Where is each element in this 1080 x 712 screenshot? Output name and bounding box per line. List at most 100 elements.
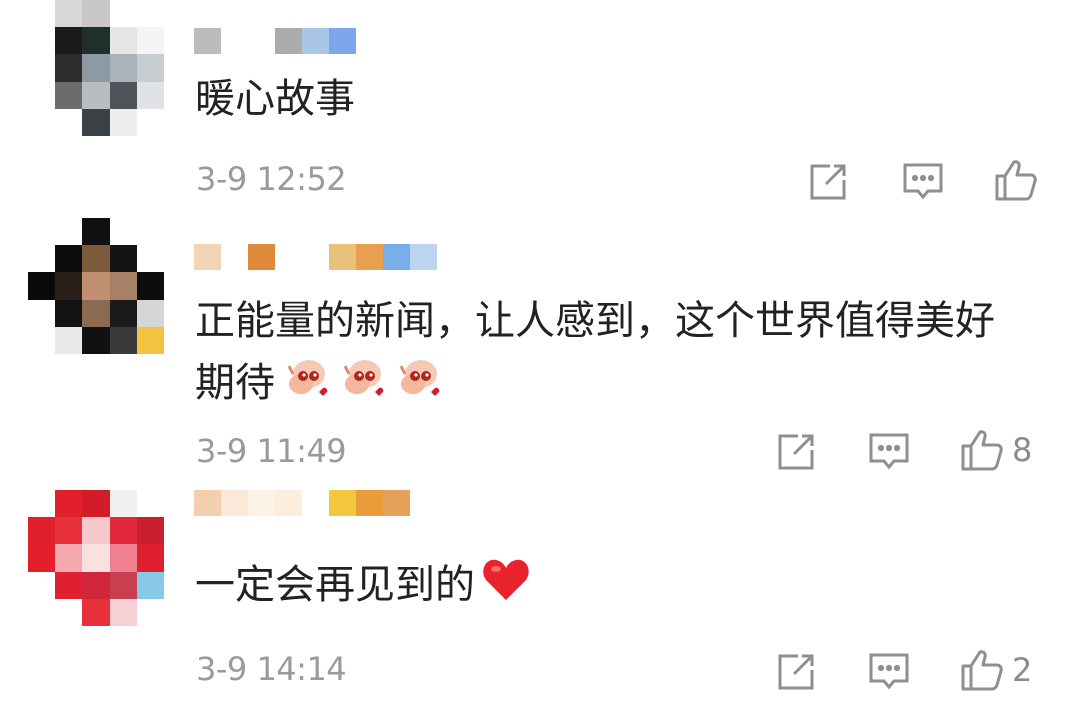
thumbs-up-icon <box>995 160 1037 201</box>
avatar-mosaic-cell <box>55 108 83 136</box>
comment-timestamp: 3-9 12:52 <box>196 160 347 198</box>
comment-text-line2: 期待 <box>195 352 443 418</box>
avatar-mosaic-cell <box>82 517 110 545</box>
avatar-mosaic-cell <box>55 0 83 28</box>
username-mosaic-cell <box>383 490 410 516</box>
hand-heart-eyes-sticker-icon <box>337 352 387 418</box>
avatar-mosaic-cell <box>28 544 56 572</box>
avatar-mosaic-cell <box>55 218 83 246</box>
comment-timestamp: 3-9 11:49 <box>196 432 347 470</box>
avatar-mosaic-cell <box>109 326 137 354</box>
avatar-mosaic-cell <box>82 326 110 354</box>
username-mosaic-cell <box>221 244 248 270</box>
avatar-mosaic-cell <box>55 490 83 518</box>
comment-timestamp: 3-9 14:14 <box>196 650 347 688</box>
avatar-mosaic-cell <box>55 544 83 572</box>
thumbs-up-icon <box>961 650 1003 691</box>
like-button[interactable]: 2 <box>960 648 1032 692</box>
username[interactable] <box>194 490 410 516</box>
avatar-mosaic-cell <box>28 108 56 136</box>
avatar-mosaic-cell <box>28 517 56 545</box>
avatar-mosaic-cell <box>82 27 110 55</box>
avatar-mosaic-cell <box>55 245 83 273</box>
avatar-mosaic-cell <box>136 245 164 273</box>
avatar-mosaic-cell <box>28 272 56 300</box>
avatar-mosaic-cell <box>109 490 137 518</box>
avatar-mosaic-cell <box>82 0 110 28</box>
username-mosaic-cell <box>275 28 302 54</box>
like-count: 2 <box>1012 651 1033 689</box>
avatar-mosaic-cell <box>28 299 56 327</box>
share-button[interactable] <box>776 652 816 692</box>
reply-button[interactable] <box>902 162 944 202</box>
share-icon <box>810 164 846 200</box>
avatar-mosaic-cell <box>136 490 164 518</box>
avatar-mosaic-cell <box>82 299 110 327</box>
avatar-mosaic-cell <box>109 544 137 572</box>
avatar-mosaic-cell <box>109 272 137 300</box>
like-button[interactable]: 8 <box>960 428 1032 472</box>
username-mosaic-cell <box>275 244 302 270</box>
share-icon <box>778 434 814 470</box>
avatar-mosaic-cell <box>109 517 137 545</box>
avatar[interactable] <box>28 490 164 626</box>
avatar-mosaic-cell <box>55 571 83 599</box>
avatar-mosaic-cell <box>28 0 56 28</box>
username-mosaic-cell <box>221 490 248 516</box>
avatar-mosaic-cell <box>136 81 164 109</box>
avatar-mosaic-cell <box>55 81 83 109</box>
avatar-mosaic-cell <box>55 27 83 55</box>
username-mosaic-cell <box>383 244 410 270</box>
avatar-mosaic-cell <box>109 81 137 109</box>
avatar-mosaic-cell <box>28 571 56 599</box>
thumbs-up-icon <box>961 430 1003 471</box>
username-mosaic-cell <box>248 244 275 270</box>
share-button[interactable] <box>776 432 816 472</box>
username-mosaic-cell <box>194 244 221 270</box>
avatar-mosaic-cell <box>136 544 164 572</box>
comment-icon <box>869 433 909 470</box>
username-mosaic-cell <box>221 28 248 54</box>
username-mosaic-cell <box>248 490 275 516</box>
avatar-mosaic-cell <box>136 571 164 599</box>
username-mosaic-cell <box>329 28 356 54</box>
avatar-mosaic-cell <box>136 299 164 327</box>
avatar-mosaic-cell <box>109 27 137 55</box>
avatar-mosaic-cell <box>82 54 110 82</box>
username-mosaic-cell <box>410 244 437 270</box>
avatar-mosaic-cell <box>136 218 164 246</box>
avatar-mosaic-cell <box>55 598 83 626</box>
username-mosaic-cell <box>302 244 329 270</box>
share-icon <box>778 654 814 690</box>
comment-text: 一定会再见到的 <box>195 556 531 618</box>
hand-heart-eyes-sticker-icon <box>393 352 443 418</box>
username-mosaic-cell <box>275 490 302 516</box>
avatar-mosaic-cell <box>136 0 164 28</box>
avatar-mosaic-cell <box>28 490 56 518</box>
avatar-mosaic-cell <box>109 108 137 136</box>
avatar[interactable] <box>28 0 164 136</box>
share-button[interactable] <box>808 162 848 202</box>
username[interactable] <box>194 28 356 54</box>
username[interactable] <box>194 244 437 270</box>
like-button[interactable] <box>994 158 1046 202</box>
username-mosaic-cell <box>329 244 356 270</box>
avatar-mosaic-cell <box>136 27 164 55</box>
reply-button[interactable] <box>868 432 910 472</box>
comment-icon <box>869 653 909 690</box>
hand-heart-eyes-sticker-icon <box>281 352 331 418</box>
avatar-mosaic-cell <box>55 54 83 82</box>
username-mosaic-cell <box>194 28 221 54</box>
avatar[interactable] <box>28 218 164 354</box>
avatar-mosaic-cell <box>82 81 110 109</box>
reply-button[interactable] <box>868 652 910 692</box>
avatar-mosaic-cell <box>82 571 110 599</box>
comment-text: 正能量的新闻，让人感到，这个世界值得美好 <box>195 298 995 344</box>
avatar-mosaic-cell <box>55 517 83 545</box>
avatar-mosaic-cell <box>82 272 110 300</box>
avatar-mosaic-cell <box>109 299 137 327</box>
avatar-mosaic-cell <box>28 218 56 246</box>
avatar-mosaic-cell <box>136 272 164 300</box>
avatar-mosaic-cell <box>82 218 110 246</box>
comment-text: 暖心故事 <box>195 76 355 122</box>
